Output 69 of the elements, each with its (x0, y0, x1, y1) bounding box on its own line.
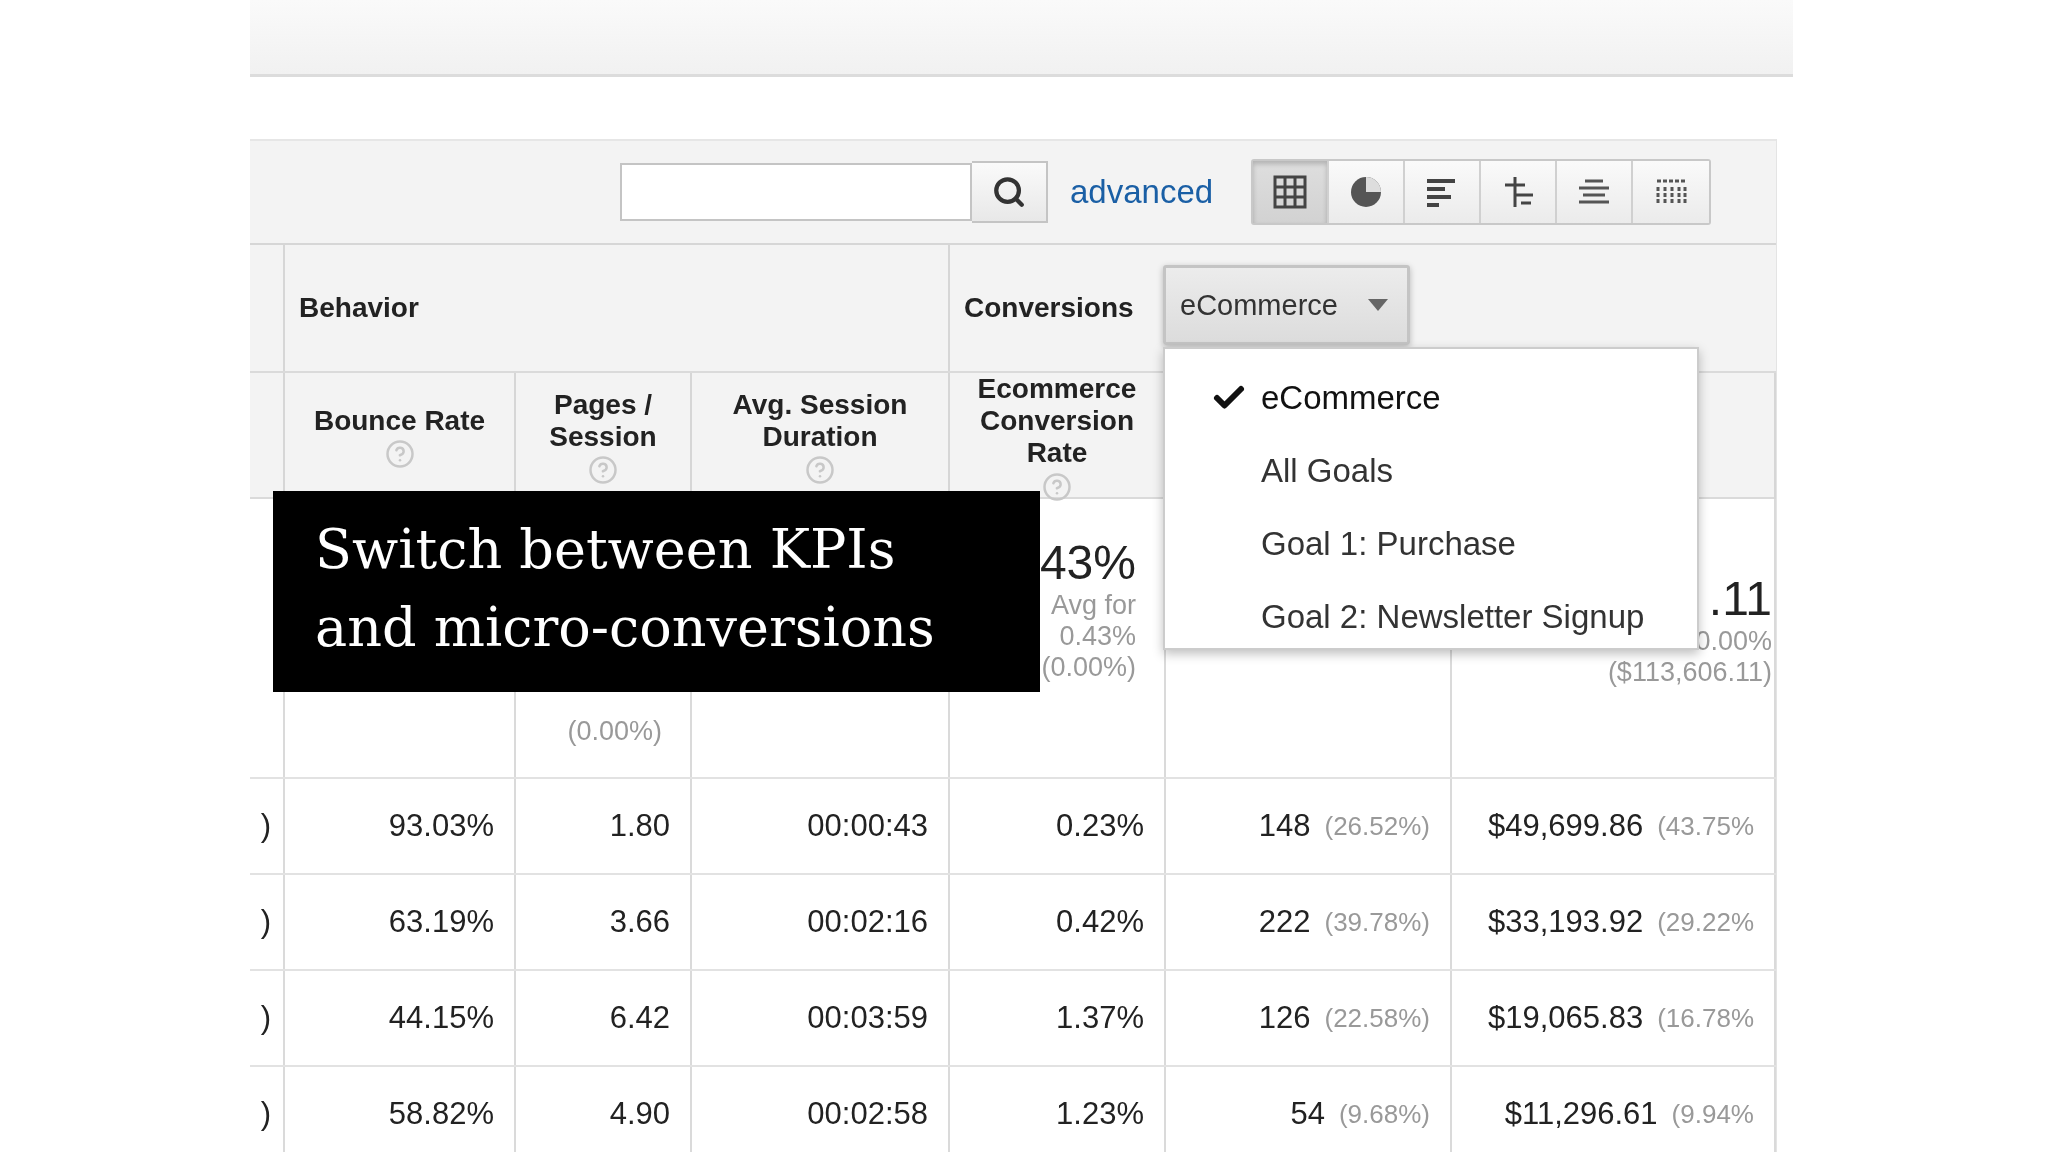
view-button[interactable] (1329, 161, 1406, 223)
table-cell: 3.66 (609, 904, 670, 940)
caret-icon (1367, 299, 1388, 311)
search-button[interactable] (972, 161, 1048, 223)
group-header: Behavior (299, 292, 419, 324)
group-header: Conversions (964, 292, 1134, 324)
summary-value: .11 (1708, 571, 1772, 627)
stacked-lines-icon (1577, 177, 1612, 207)
search-icon (992, 175, 1026, 209)
table-cell: ) (260, 904, 271, 940)
table-cell: 1.80 (609, 808, 670, 844)
search-field[interactable] (620, 163, 972, 221)
table-cell: 44.15% (388, 1000, 494, 1036)
share-percent: (39.78%) (1324, 906, 1430, 938)
table-cell: 4.90 (609, 1096, 670, 1132)
share-percent: (26.52%) (1324, 810, 1430, 842)
table-cell: 63.19% (388, 904, 494, 940)
pie-chart-icon (1349, 175, 1384, 209)
menu-item[interactable]: Goal 2: Newsletter Signup (1165, 580, 1697, 653)
table-cell: $49,699.86 (1488, 808, 1644, 844)
table-cell: 00:02:58 (807, 1096, 928, 1132)
table-cell: 0.42% (1056, 904, 1144, 940)
table-cell: $33,193.92 (1488, 904, 1644, 940)
menu-item[interactable]: Goal 1: Purchase (1165, 507, 1697, 580)
table-cell: ) (260, 808, 271, 844)
table-cell: 1.37% (1056, 1000, 1144, 1036)
view-button[interactable] (1405, 161, 1482, 223)
share-percent: (9.94% (1671, 1098, 1754, 1130)
summary-value: 0.43% (1059, 621, 1136, 653)
table-cell: 0.23% (1056, 808, 1144, 844)
share-percent: (29.22% (1657, 906, 1754, 938)
table-cell: 00:00:43 (807, 808, 928, 844)
table-cell: $11,296.61 (1504, 1096, 1658, 1132)
table-cell: 54 (1290, 1096, 1325, 1132)
column-header[interactable]: Ecommerce Conversion Rate (958, 373, 1156, 470)
share-percent: (16.78% (1657, 1002, 1754, 1034)
table-cell: 126 (1258, 1000, 1311, 1036)
menu-item[interactable]: All Goals (1165, 434, 1697, 507)
summary-value: ($113,606.11) (1607, 657, 1772, 689)
table-cell: 58.82% (388, 1096, 494, 1132)
summary-value: Avg for (1050, 590, 1136, 622)
table-cell: ) (260, 1000, 271, 1036)
table-cell: 1.23% (1056, 1096, 1144, 1132)
column-header[interactable]: Bounce Rate (313, 405, 486, 438)
table-cell: ) (260, 1096, 271, 1132)
view-button[interactable] (1557, 161, 1634, 223)
table-cell: 148 (1258, 808, 1311, 844)
grid-icon (1273, 175, 1308, 209)
share-percent: (9.68%) (1338, 1098, 1430, 1130)
conversions-dropdown[interactable]: eCommerce (1163, 265, 1410, 345)
summary-value: (0.00%) (567, 715, 662, 747)
caption: Switch between KPIs and micro-conversions (273, 491, 1040, 692)
view-button[interactable] (1253, 161, 1330, 223)
summary-value: 43% (1039, 535, 1136, 591)
table-cell: 6.42 (609, 1000, 670, 1036)
table-cell: 00:03:59 (807, 1000, 928, 1036)
table-cell: $19,065.83 (1488, 1000, 1644, 1036)
column-header[interactable]: Avg. Session Duration (700, 389, 940, 454)
share-percent: (43.75% (1657, 810, 1754, 842)
view-button[interactable] (1633, 161, 1710, 223)
table-cell: 00:02:16 (807, 904, 928, 940)
share-percent: (22.58%) (1324, 1002, 1430, 1034)
column-header[interactable]: Pages / Session (524, 389, 682, 454)
table-cell: 222 (1258, 904, 1311, 940)
view-button[interactable] (1481, 161, 1558, 223)
advanced-link[interactable]: advanced (1070, 173, 1214, 211)
menu-item[interactable]: eCommerce (1165, 361, 1697, 434)
summary-value: (0.00%) (1041, 652, 1136, 684)
table-cell: 93.03% (388, 808, 494, 844)
